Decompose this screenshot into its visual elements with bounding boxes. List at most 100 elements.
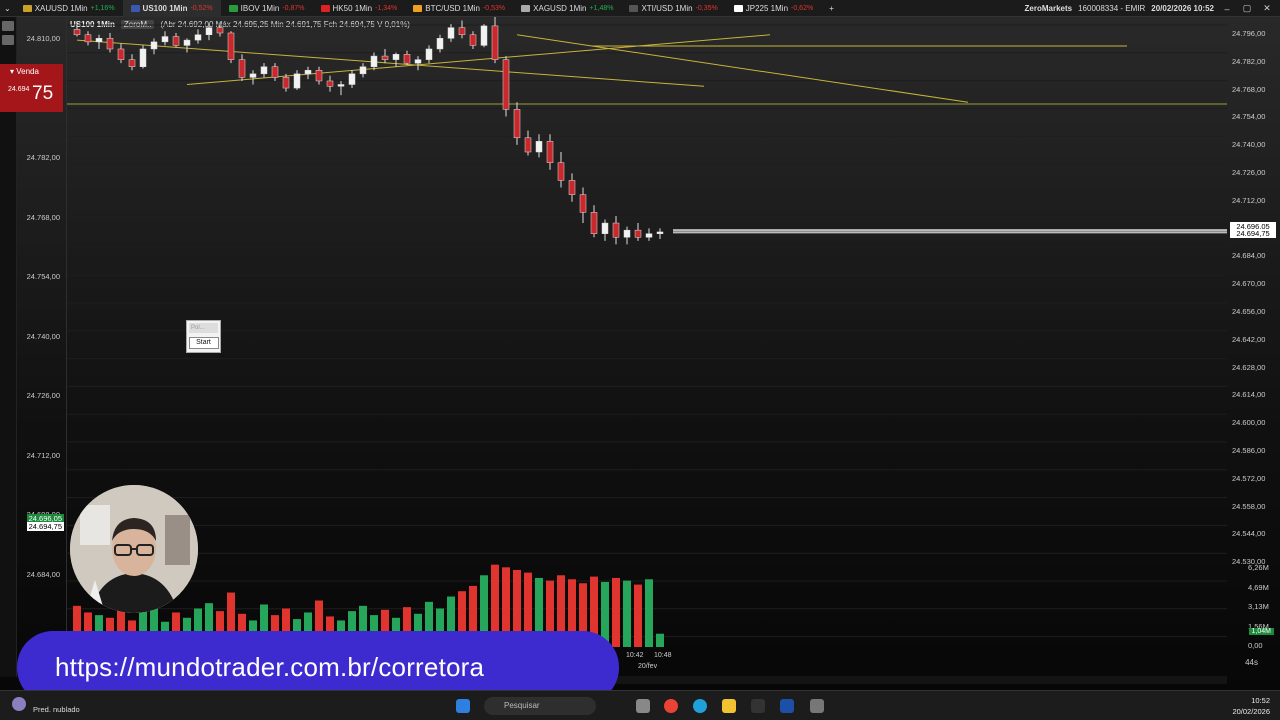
chrome-icon[interactable] [664,699,678,713]
right-axis-tick: 24.754,00 [1232,112,1266,122]
candle-body [491,25,499,60]
candle-body [238,59,246,78]
candle-body [326,80,334,87]
tab-change: -0,62% [791,4,814,12]
candle-body [502,59,510,110]
price-chart[interactable] [67,17,1227,657]
candle-body [370,55,378,67]
flag-icon [521,4,531,12]
candle-body [161,36,169,43]
candle-body [656,231,664,234]
tab-label: XAUUSD 1Min [34,3,88,13]
right-axis-tick: 24.768,00 [1232,84,1266,94]
close-icon[interactable]: ✕ [1260,3,1274,14]
layout-icon[interactable] [2,35,14,45]
account-number: 160008334 - EMIR [1078,4,1146,13]
symbol-tab[interactable]: HK50 1Min -1,34% [313,0,406,17]
candle-body [612,222,620,238]
candle-body [579,194,587,213]
taskbar-clock[interactable]: 10:52 20/02/2026 [1232,695,1270,717]
terminal-icon[interactable] [751,699,765,713]
volume-bar [623,580,631,647]
candle-body [513,109,521,139]
date-label: 20/fev [638,663,658,670]
symbol-tab[interactable]: US100 1Min -0,52% [122,0,221,17]
left-axis-tick: 24.684,00 [26,569,60,579]
candle-body [359,66,367,75]
right-axis-tick: 24.726,00 [1232,168,1266,177]
sell-price-big: 75 [32,83,54,104]
snipping-tool-icon[interactable] [810,699,824,713]
tab-label: JP225 1Min [745,3,789,13]
right-axis-tick: 24.628,00 [1232,362,1266,372]
symbol-tab[interactable]: XAGUSD 1Min +1,48% [513,0,621,17]
tab-change: +1,16% [90,4,115,12]
windows-start-icon[interactable] [456,699,470,713]
tab-change: -0,87% [282,4,305,12]
add-tab-button[interactable]: + [821,0,842,17]
flag-icon [130,4,140,12]
volume-axis-tick: 0,00 [1248,641,1263,650]
volume-axis-tick: 6,26M [1248,563,1269,572]
flag-icon [629,4,639,12]
candle-body [84,34,92,43]
chevron-down-icon[interactable]: ⌄ [0,0,15,17]
volume-tag: 1,04M [1248,628,1274,635]
strategy-field[interactable]: Pol... [189,323,218,333]
candle-body [590,212,598,234]
tab-change: -0,35% [695,4,718,12]
left-axis-tick: 24.810,00 [26,34,60,43]
candle-body [557,162,565,181]
candle-body [458,27,466,36]
symbol-tab[interactable]: XAUUSD 1Min +1,16% [15,0,123,17]
candle-body [403,54,411,64]
candle-body [645,233,653,238]
right-axis-tick: 24.782,00 [1232,56,1266,66]
profit-app-icon[interactable] [780,699,794,713]
symbol-tab[interactable]: JP225 1Min -0,62% [726,0,821,17]
file-explorer-task-icon[interactable] [636,699,650,713]
candle-body [392,54,400,60]
edge-icon[interactable] [693,699,707,713]
right-axis-tick: 24.796,00 [1232,29,1266,38]
candle-body [227,32,235,60]
candle-body [623,229,631,238]
candle-body [601,222,609,234]
tab-change: -1,34% [375,4,398,12]
minimize-icon[interactable]: – [1220,4,1234,14]
maximize-icon[interactable]: ▢ [1240,3,1254,14]
tab-label: HK50 1Min [332,3,373,13]
candle-body [414,59,422,64]
taskbar-search[interactable]: Pesquisar [484,697,596,715]
start-button[interactable]: Start [188,337,219,349]
webcam-overlay [70,485,198,613]
volume-bar [612,577,620,647]
tab-change: -0,53% [482,4,506,12]
candle-body [271,66,279,78]
folder-icon[interactable] [722,699,736,713]
candle-body [205,27,213,36]
tab-label: XTI/USD 1Min [641,3,693,13]
weather-text[interactable]: Pred. nublado [33,705,80,714]
sell-order-box[interactable]: ▾ Venda 24.694 75 [0,64,63,112]
volume-bar [645,579,653,647]
tab-change: +1,48% [589,4,614,12]
right-axis-tick: 24.586,00 [1232,446,1266,455]
left-axis-tick: 24.768,00 [26,212,60,222]
flag-icon [22,4,32,12]
candle-body [128,59,136,67]
weather-icon[interactable] [12,697,26,711]
symbol-tab[interactable]: IBOV 1Min -0,87% [221,0,313,17]
symbol-tab[interactable]: BTC/USD 1Min -0,53% [405,0,513,17]
symbol-tab[interactable]: XTI/USD 1Min -0,35% [621,0,725,17]
candle-body [535,141,543,153]
tab-label: IBOV 1Min [240,3,280,13]
candle-body [436,38,444,50]
right-axis-tick: 24.656,00 [1232,307,1266,316]
candle-body [524,137,532,153]
candle-body [337,84,345,87]
candle-body [348,73,356,85]
os-taskbar: Pred. nublado Pesquisar 10:52 20/02/2026 [0,690,1280,720]
window-controls: ZeroMarkets 160008334 - EMIR 20/02/2026 … [1025,0,1280,17]
flag-icon[interactable] [2,21,14,31]
